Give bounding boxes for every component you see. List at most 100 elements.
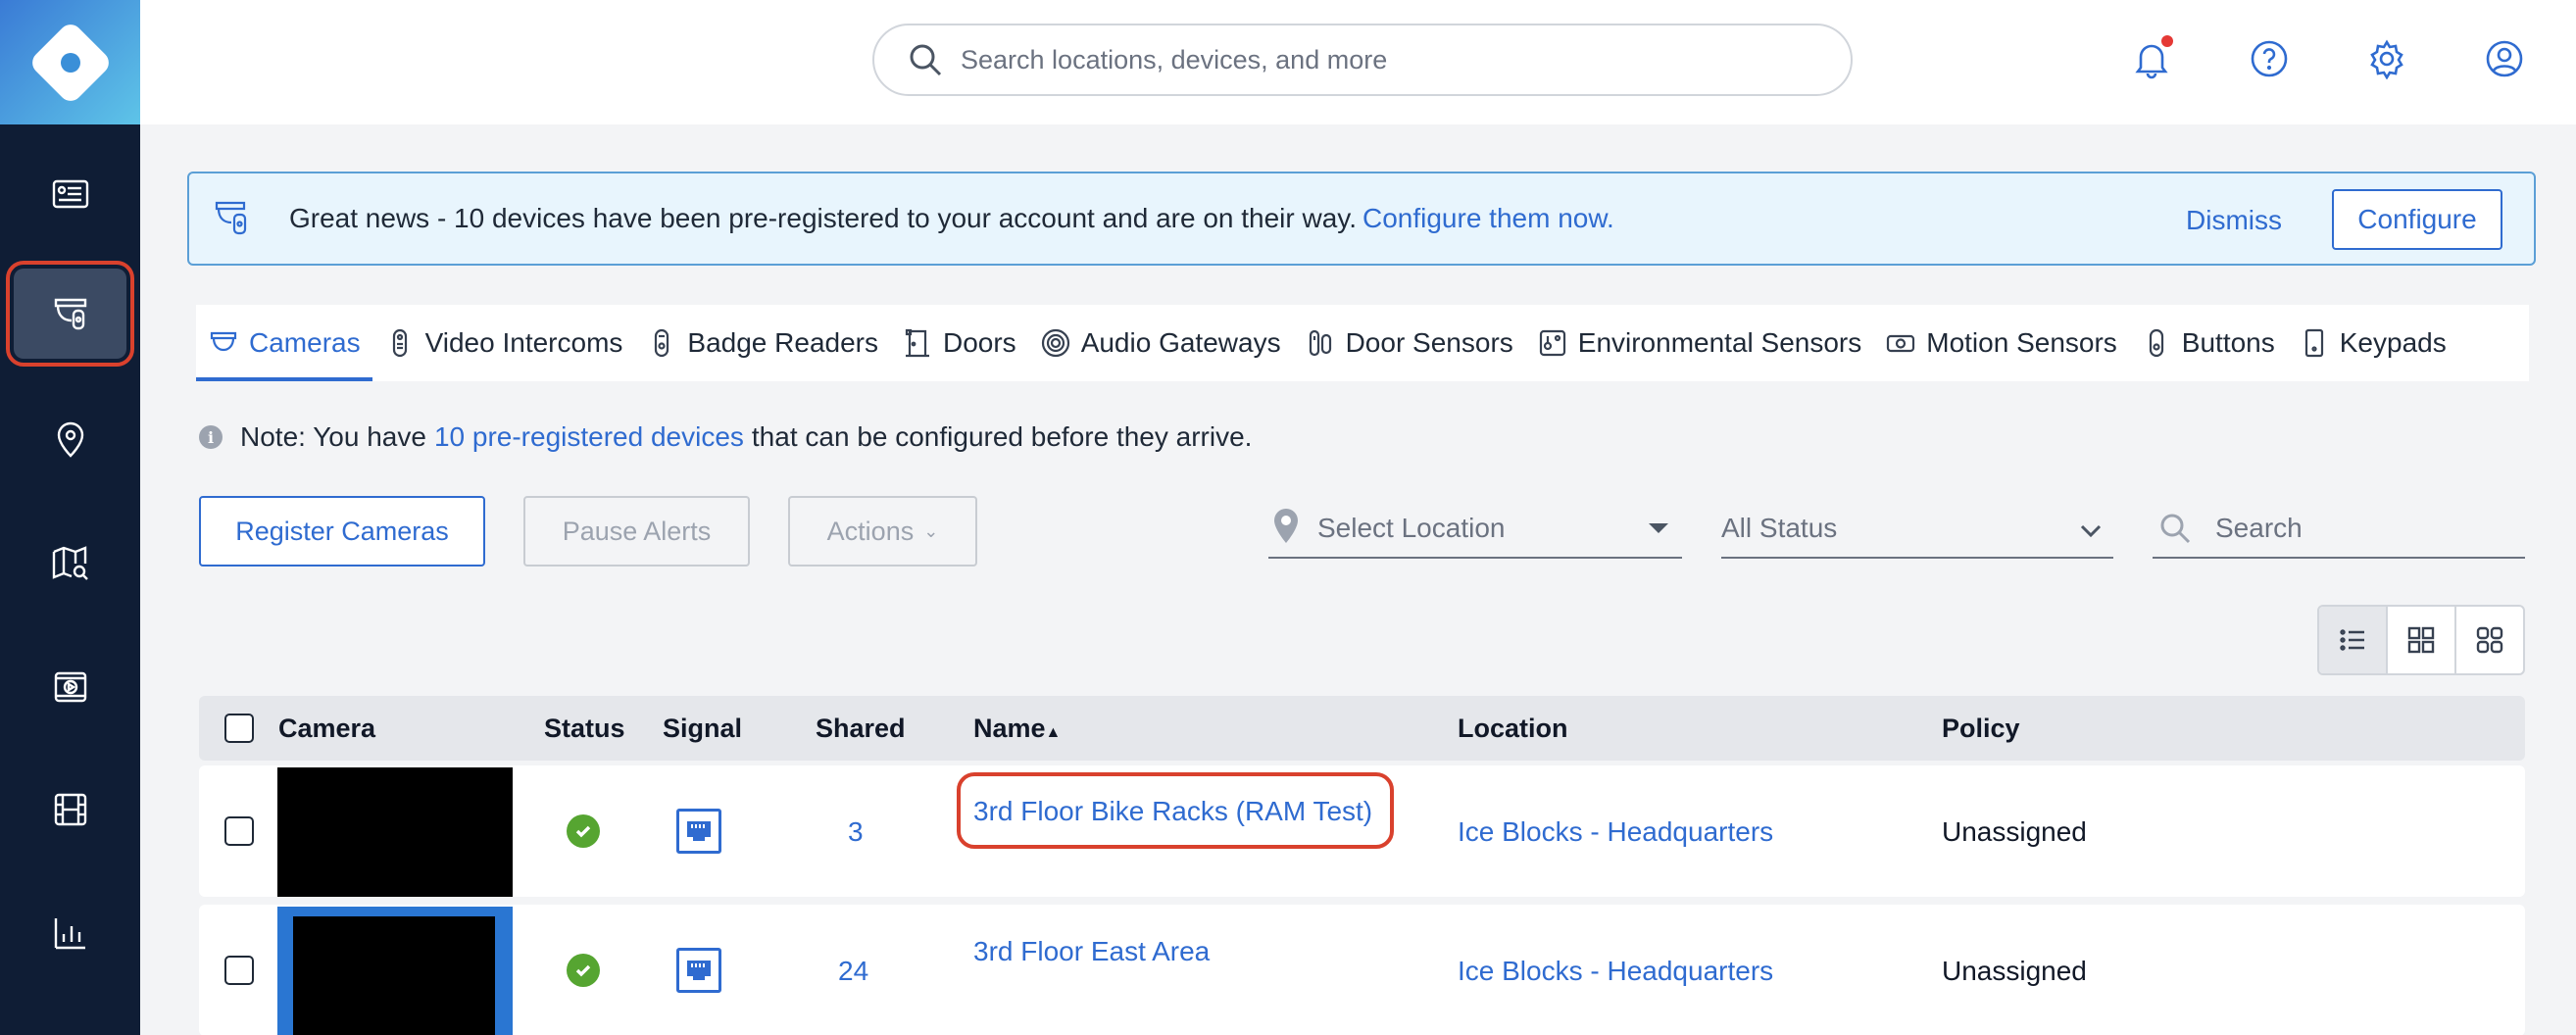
tab-badge-readers[interactable]: Badge Readers (634, 305, 890, 381)
column-header-name[interactable]: Name▲ (973, 714, 1061, 744)
banner-message: Great news - 10 devices have been pre-re… (289, 203, 1614, 233)
shared-count-link[interactable]: 3 (848, 816, 864, 848)
ethernet-signal-icon (676, 948, 721, 993)
audio-gateway-icon (1041, 328, 1069, 358)
global-search[interactable] (872, 24, 1853, 96)
tab-label: Audio Gateways (1080, 327, 1281, 358)
status-online-icon (567, 814, 600, 848)
table-row[interactable]: 3 3rd Floor Bike Racks (RAM Test) Ice Bl… (199, 765, 2525, 897)
select-all-checkbox[interactable] (224, 714, 254, 743)
tab-label: Cameras (249, 327, 361, 358)
table-row[interactable]: 24 3rd Floor East Area Ice Blocks - Head… (199, 905, 2525, 1035)
sidebar-item-locations[interactable] (14, 394, 126, 484)
tab-doors[interactable]: Doors (890, 305, 1028, 381)
tab-cameras[interactable]: Cameras (196, 305, 372, 381)
shared-count-link[interactable]: 24 (838, 956, 868, 987)
configure-them-link[interactable]: Configure them now. (1362, 203, 1614, 233)
global-search-input[interactable] (961, 44, 1823, 75)
tab-video-intercoms[interactable]: Video Intercoms (372, 305, 635, 381)
app-logo[interactable] (0, 0, 140, 124)
sidebar-item-reports[interactable] (14, 888, 126, 978)
preregistered-devices-link[interactable]: 10 pre-registered devices (434, 421, 744, 453)
tile-grid-icon (2476, 626, 2503, 654)
help-icon (2251, 40, 2288, 77)
tab-label: Keypads (2339, 327, 2447, 358)
register-cameras-button[interactable]: Register Cameras (199, 496, 485, 567)
column-header-signal[interactable]: Signal (663, 714, 742, 744)
highlight-annotation (957, 772, 1394, 849)
help-button[interactable] (2240, 29, 2299, 88)
top-bar (140, 0, 2576, 124)
chevron-down-icon (2078, 518, 2104, 550)
tab-label: Environmental Sensors (1577, 327, 1862, 358)
camera-search-input[interactable] (2215, 513, 2509, 544)
tab-environmental-sensors[interactable]: Environmental Sensors (1525, 305, 1873, 381)
camera-device-icon (54, 298, 86, 330)
tab-door-sensors[interactable]: Door Sensors (1293, 305, 1525, 381)
tab-label: Door Sensors (1345, 327, 1513, 358)
sidebar-item-recordings[interactable] (14, 764, 126, 855)
tab-audio-gateways[interactable]: Audio Gateways (1028, 305, 1293, 381)
sort-asc-icon: ▲ (1045, 724, 1062, 741)
note-prefix: Note: You have (240, 421, 426, 452)
preregistered-note: i Note: You have 10 pre-registered devic… (199, 421, 1252, 453)
tab-label: Motion Sensors (1926, 327, 2117, 358)
notifications-button[interactable] (2122, 29, 2181, 88)
door-sensor-icon (1309, 329, 1331, 357)
camera-search[interactable] (2153, 500, 2525, 559)
tab-label: Doors (942, 327, 1016, 358)
column-header-status[interactable]: Status (544, 714, 625, 744)
ethernet-signal-icon (676, 809, 721, 854)
column-header-policy[interactable]: Policy (1942, 714, 2020, 744)
camera-thumbnail[interactable] (277, 767, 513, 897)
camera-device-icon (211, 197, 254, 240)
column-header-shared[interactable]: Shared (816, 714, 906, 744)
actions-dropdown[interactable]: Actions ⌄ (788, 496, 977, 567)
tab-buttons[interactable]: Buttons (2129, 305, 2287, 381)
name-header-label: Name (973, 714, 1046, 743)
keypad-icon (2304, 328, 2323, 358)
camera-name-link[interactable]: 3rd Floor East Area (973, 936, 1210, 967)
pause-alerts-button[interactable]: Pause Alerts (523, 496, 750, 567)
tab-keypads[interactable]: Keypads (2287, 305, 2458, 381)
configure-button[interactable]: Configure (2332, 189, 2502, 250)
sidebar-item-devices[interactable] (6, 261, 134, 367)
policy-value: Unassigned (1942, 816, 2087, 847)
dismiss-button[interactable]: Dismiss (2186, 205, 2282, 236)
actions-label: Actions (826, 516, 915, 546)
list-view-button[interactable] (2319, 607, 2388, 673)
status-online-icon (567, 954, 600, 987)
profile-button[interactable] (2475, 29, 2534, 88)
column-header-location[interactable]: Location (1458, 714, 1568, 744)
dropdown-caret-icon (1649, 523, 1668, 533)
view-toggle (2317, 605, 2525, 675)
camera-thumbnail[interactable] (277, 907, 513, 1035)
tile-view-button[interactable] (2456, 607, 2523, 673)
sidebar-item-dashboard[interactable] (14, 149, 126, 239)
gear-icon (2370, 39, 2403, 79)
grid-view-button[interactable] (2388, 607, 2456, 673)
column-header-camera[interactable]: Camera (278, 714, 375, 744)
list-view-icon (2340, 629, 2364, 651)
dashboard-icon (52, 179, 88, 209)
sidebar-item-video[interactable] (14, 641, 126, 731)
location-select[interactable]: Select Location (1268, 500, 1682, 559)
tab-label: Buttons (2181, 327, 2275, 358)
row-checkbox[interactable] (224, 816, 254, 846)
user-avatar-icon (2486, 40, 2523, 77)
location-link[interactable]: Ice Blocks - Headquarters (1458, 816, 1773, 848)
note-suffix: that can be configured before they arriv… (751, 421, 1253, 452)
location-pin-icon (1268, 506, 1317, 552)
row-checkbox[interactable] (224, 956, 254, 985)
sidebar-item-map[interactable] (14, 518, 126, 608)
settings-button[interactable] (2357, 29, 2416, 88)
location-link[interactable]: Ice Blocks - Headquarters (1458, 956, 1773, 987)
tab-motion-sensors[interactable]: Motion Sensors (1873, 305, 2129, 381)
tab-label: Video Intercoms (424, 327, 623, 358)
tab-label: Badge Readers (687, 327, 878, 358)
motion-sensor-icon (1887, 334, 1915, 353)
status-select[interactable]: All Status (1721, 500, 2113, 559)
logo-diamond-icon (26, 19, 114, 106)
grid-icon (2407, 626, 2435, 654)
map-search-icon (52, 546, 88, 580)
